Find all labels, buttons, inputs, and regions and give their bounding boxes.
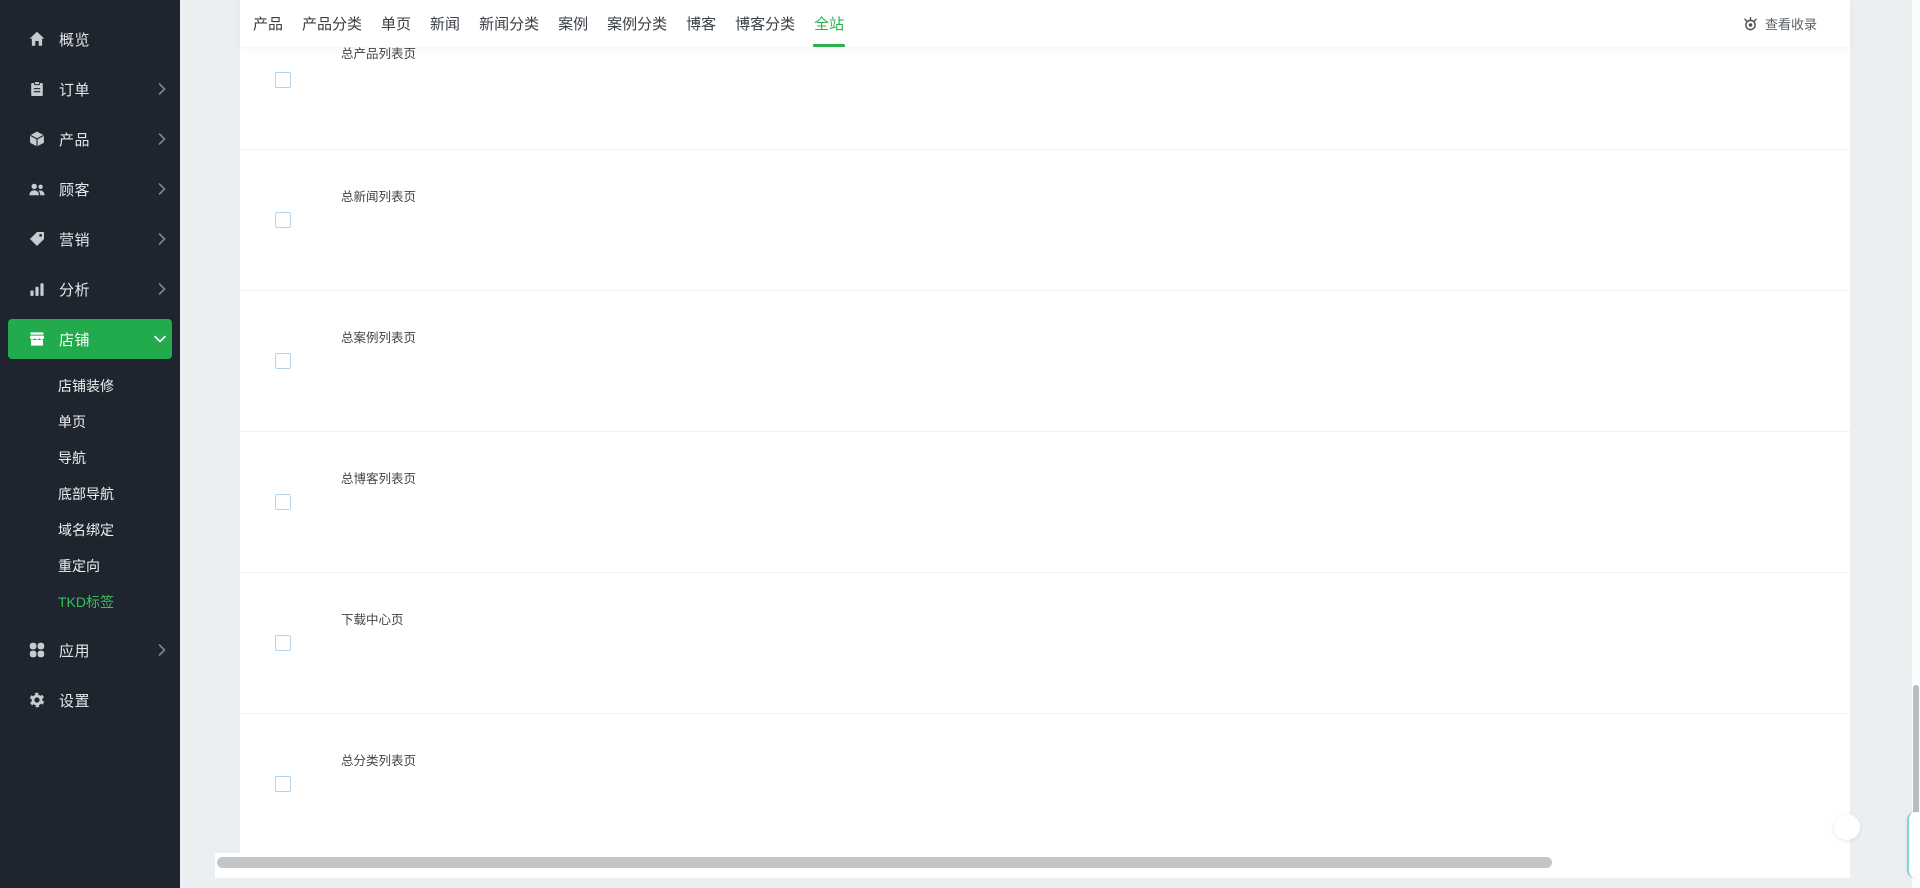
tab-blog-categories[interactable]: 博客分类 <box>735 0 795 47</box>
chevron-right-icon <box>158 644 166 656</box>
tkd-row: 总新闻列表页 <box>240 149 1850 290</box>
vertical-scrollbar-thumb[interactable] <box>1913 685 1919 815</box>
home-icon <box>28 30 46 48</box>
sidebar-item-label: 订单 <box>59 79 158 100</box>
tkd-page-list: 总产品列表页 总新闻列表页 总案例列表页 总博客列表页 下载中心页 总分类列表页 <box>240 0 1850 854</box>
sidebar-item-label: 顾客 <box>59 179 158 200</box>
row-checkbox[interactable] <box>275 212 291 228</box>
row-checkbox[interactable] <box>275 635 291 651</box>
gear-icon <box>28 691 46 709</box>
row-page-label: 总分类列表页 <box>341 750 416 769</box>
sidebar-subitem-navigation[interactable]: 导航 <box>0 440 180 476</box>
tab-blog[interactable]: 博客 <box>686 0 716 47</box>
tkd-row: 总博客列表页 <box>240 431 1850 572</box>
bar-chart-icon <box>28 280 46 298</box>
chevron-down-icon <box>156 333 164 345</box>
row-page-label: 总博客列表页 <box>341 468 416 487</box>
tkd-row: 总分类列表页 <box>240 713 1850 854</box>
tab-case-categories[interactable]: 案例分类 <box>607 0 667 47</box>
tab-site-wide[interactable]: 全站 <box>814 0 844 47</box>
row-checkbox[interactable] <box>275 72 291 88</box>
tab-news[interactable]: 新闻 <box>430 0 460 47</box>
chevron-right-icon <box>158 83 166 95</box>
sidebar-item-overview[interactable]: 概览 <box>0 14 180 64</box>
tkd-row: 总案例列表页 <box>240 290 1850 431</box>
edge-widget-button[interactable] <box>1907 812 1920 878</box>
orders-icon <box>28 80 46 98</box>
sidebar-item-label: 应用 <box>59 640 158 661</box>
sidebar-item-label: 店铺 <box>59 329 156 350</box>
tkd-row: 总产品列表页 <box>240 47 1850 149</box>
floating-button[interactable] <box>1834 814 1860 840</box>
row-page-label: 总案例列表页 <box>341 327 416 346</box>
page-type-tabbar: 产品 产品分类 单页 新闻 新闻分类 案例 案例分类 博客 博客分类 全站 查看… <box>240 0 1850 47</box>
sidebar-subitem-footer-nav[interactable]: 底部导航 <box>0 476 180 512</box>
sidebar-item-label: 设置 <box>59 690 166 711</box>
sidebar-subitem-tkd-tags[interactable]: TKD标签 <box>0 584 180 620</box>
tab-single-page[interactable]: 单页 <box>381 0 411 47</box>
tab-news-categories[interactable]: 新闻分类 <box>479 0 539 47</box>
sidebar-item-settings[interactable]: 设置 <box>0 675 180 725</box>
storefront-icon <box>28 330 46 348</box>
sidebar-item-marketing[interactable]: 营销 <box>0 214 180 264</box>
sidebar-nav: 概览 订单 产品 顾客 <box>0 0 180 725</box>
tag-icon <box>28 230 46 248</box>
row-checkbox[interactable] <box>275 353 291 369</box>
tab-cases[interactable]: 案例 <box>558 0 588 47</box>
sidebar-subitem-redirect[interactable]: 重定向 <box>0 548 180 584</box>
vertical-scrollbar-track <box>1912 0 1920 888</box>
cube-icon <box>28 130 46 148</box>
main-content: 产品 产品分类 单页 新闻 新闻分类 案例 案例分类 博客 博客分类 全站 查看… <box>240 0 1850 878</box>
chevron-right-icon <box>158 233 166 245</box>
tkd-row: 下载中心页 <box>240 572 1850 713</box>
sidebar-subitem-domain-binding[interactable]: 域名绑定 <box>0 512 180 548</box>
row-checkbox[interactable] <box>275 776 291 792</box>
horizontal-scrollbar-track <box>215 853 1850 878</box>
users-icon <box>28 180 46 198</box>
sidebar-item-label: 营销 <box>59 229 158 250</box>
sidebar-item-label: 分析 <box>59 279 158 300</box>
view-inclusion-button[interactable]: 查看收录 <box>1742 14 1817 33</box>
sidebar-subitem-shop-design[interactable]: 店铺装修 <box>0 368 180 404</box>
sidebar-item-apps[interactable]: 应用 <box>0 625 180 675</box>
sidebar-bottom: 应用 设置 <box>0 620 180 725</box>
sidebar-item-products[interactable]: 产品 <box>0 114 180 164</box>
sidebar-item-customers[interactable]: 顾客 <box>0 164 180 214</box>
sidebar: 概览 订单 产品 顾客 <box>0 0 180 888</box>
sidebar-subitem-single-page[interactable]: 单页 <box>0 404 180 440</box>
eye-icon <box>1742 15 1759 32</box>
chevron-right-icon <box>158 133 166 145</box>
sidebar-item-label: 产品 <box>59 129 158 150</box>
chevron-right-icon <box>158 183 166 195</box>
sidebar-item-label: 概览 <box>59 29 166 50</box>
sidebar-item-analytics[interactable]: 分析 <box>0 264 180 314</box>
chevron-right-icon <box>158 283 166 295</box>
view-inclusion-label: 查看收录 <box>1765 14 1817 33</box>
row-page-label: 下载中心页 <box>341 609 404 628</box>
apps-grid-icon <box>28 641 46 659</box>
shop-submenu: 店铺装修 单页 导航 底部导航 域名绑定 重定向 TKD标签 <box>0 364 180 620</box>
tab-products[interactable]: 产品 <box>253 0 283 47</box>
horizontal-scrollbar-thumb[interactable] <box>217 857 1552 868</box>
sidebar-item-orders[interactable]: 订单 <box>0 64 180 114</box>
tab-product-categories[interactable]: 产品分类 <box>302 0 362 47</box>
sidebar-item-shop[interactable]: 店铺 <box>8 319 172 359</box>
row-page-label: 总新闻列表页 <box>341 186 416 205</box>
row-checkbox[interactable] <box>275 494 291 510</box>
